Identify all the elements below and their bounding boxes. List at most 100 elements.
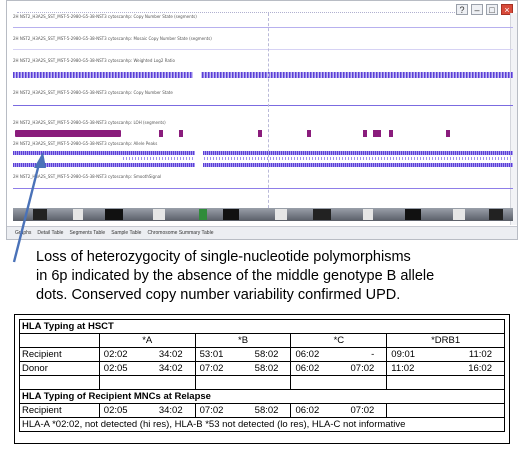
loh-segment[interactable] bbox=[179, 130, 183, 137]
table-cell: 07:02 58:02 bbox=[194, 361, 292, 376]
position-ruler bbox=[17, 4, 457, 13]
table-header-row: *A *B *C *DRB1 bbox=[19, 333, 505, 348]
track-copy-number-segments[interactable] bbox=[13, 22, 513, 32]
maximize-button[interactable]: □ bbox=[486, 4, 498, 15]
table-cell bbox=[290, 375, 388, 390]
row-label-donor: Donor bbox=[19, 361, 100, 376]
column-header-b: *B bbox=[194, 333, 292, 348]
allele: 16:02 bbox=[468, 363, 492, 374]
allele: 06:02 bbox=[295, 349, 320, 360]
allele: - bbox=[371, 349, 375, 360]
allele: 11:02 bbox=[468, 349, 492, 360]
allele: 07:02 bbox=[350, 363, 375, 374]
viewer-tab-bar: Graphs Detail Table Segments Table Sampl… bbox=[7, 226, 517, 239]
chromosome-band bbox=[489, 209, 503, 220]
track-label-loh-segments: 2H NST2_H3A2S_SST_MST-5-2980-G5-38-NST3 … bbox=[13, 120, 166, 125]
loh-segment[interactable] bbox=[373, 130, 381, 137]
track-label-mosaic-copy-number: 2H NST2_H3A2S_SST_MST-5-2980-G5-38-NST3 … bbox=[13, 36, 212, 41]
row-label-recipient: Recipient bbox=[19, 347, 100, 362]
track-weighted-log2-ratio[interactable] bbox=[13, 67, 513, 83]
table-cell bbox=[19, 375, 100, 390]
chromosome-band bbox=[153, 209, 165, 220]
table-row: HLA Typing of Recipient MNCs at Relapse bbox=[19, 389, 505, 404]
loh-segment-6p[interactable] bbox=[15, 130, 121, 137]
chromosome-band bbox=[223, 209, 239, 220]
centromere-gap bbox=[193, 67, 201, 83]
section-title-hsct: HLA Typing at HSCT bbox=[19, 319, 505, 334]
centromere-gap bbox=[195, 149, 203, 171]
table-cell: 06:02 07:02 bbox=[290, 361, 388, 376]
allele: 07:02 bbox=[199, 363, 224, 374]
table-row: HLA Typing at HSCT bbox=[19, 319, 505, 334]
allele: 06:02 bbox=[295, 405, 320, 416]
tab-graphs[interactable]: Graphs bbox=[15, 230, 31, 236]
chromosome-band bbox=[33, 209, 47, 220]
track-label-weighted-log2-ratio: 2H NST2_H3A2S_SST_MST-5-2980-G5-38-NST3 … bbox=[13, 58, 175, 63]
loh-segment[interactable] bbox=[258, 130, 262, 137]
chromosome-band bbox=[73, 209, 83, 220]
track-label-smooth-signal: 2H NST2_H3A2S_SST_MST-5-2980-G5-38-NST3 … bbox=[13, 174, 162, 179]
table-footnote: HLA-A *02:02, not detected (hi res), HLA… bbox=[19, 417, 505, 432]
track-label-allele-peaks: 2H NST2_H3A2S_SST_MST-5-2980-G5-38-NST3 … bbox=[13, 141, 158, 146]
allele: 09:01 bbox=[391, 349, 416, 360]
track-mosaic-copy-number[interactable] bbox=[13, 44, 513, 54]
track-allele-peaks[interactable] bbox=[13, 149, 513, 171]
caption-line: dots. Conserved copy number variability … bbox=[36, 287, 401, 303]
table-cell: 06:02 07:02 bbox=[290, 403, 388, 418]
chromosome-ideogram[interactable] bbox=[13, 208, 513, 221]
loh-segment[interactable] bbox=[307, 130, 311, 137]
window-controls: ? – □ × bbox=[456, 4, 513, 15]
allele: 02:02 bbox=[103, 349, 128, 360]
allele: 34:02 bbox=[158, 363, 183, 374]
caption-line: in 6p indicated by the absence of the mi… bbox=[36, 268, 435, 284]
hla-typing-table: HLA Typing at HSCT *A *B *C *DRB1 Recipi… bbox=[19, 319, 505, 432]
chromosome-band bbox=[275, 209, 287, 220]
table-row-spacer bbox=[19, 375, 505, 390]
chromosome-band bbox=[405, 209, 421, 220]
centromere-band bbox=[199, 209, 207, 220]
allele: 02:05 bbox=[103, 363, 128, 374]
column-header-a: *A bbox=[98, 333, 196, 348]
section-title-relapse: HLA Typing of Recipient MNCs at Relapse bbox=[19, 389, 505, 404]
tab-sample-table[interactable]: Sample Table bbox=[111, 230, 141, 236]
allele: 58:02 bbox=[254, 363, 279, 374]
chromosome-band bbox=[105, 209, 123, 220]
chromosome-band bbox=[313, 209, 331, 220]
table-cell: 07:02 58:02 bbox=[194, 403, 292, 418]
loh-segment[interactable] bbox=[363, 130, 367, 137]
row-label-recipient-relapse: Recipient bbox=[19, 403, 100, 418]
track-copy-number-state[interactable] bbox=[13, 99, 513, 111]
table-cell: 11:02 16:02 bbox=[386, 361, 505, 376]
minimize-button[interactable]: – bbox=[471, 4, 483, 15]
tab-segments-table[interactable]: Segments Table bbox=[69, 230, 105, 236]
help-button[interactable]: ? bbox=[456, 4, 468, 15]
allele: 07:02 bbox=[350, 405, 375, 416]
allele: 07:02 bbox=[199, 405, 224, 416]
allele: 34:02 bbox=[158, 349, 183, 360]
track-label-copy-number-state: 2H NST2_H3A2S_SST_MST-5-2980-G5-38-NST3 … bbox=[13, 90, 173, 95]
track-label-copy-number-segments: 2H NST2_H3A2S_SST_MST-5-2980-G5-38-NST3 … bbox=[13, 14, 197, 19]
figure-caption: Loss of heterozygocity of single-nucleot… bbox=[36, 248, 516, 305]
table-cell: 53:01 58:02 bbox=[194, 347, 292, 362]
loh-segment[interactable] bbox=[389, 130, 393, 137]
allele: 11:02 bbox=[391, 363, 415, 374]
table-cell bbox=[386, 375, 505, 390]
table-cell: 02:02 34:02 bbox=[98, 347, 196, 362]
allele: 34:02 bbox=[158, 405, 183, 416]
table-cell: 02:05 34:02 bbox=[98, 403, 196, 418]
chromosome-band bbox=[363, 209, 373, 220]
tab-detail-table[interactable]: Detail Table bbox=[37, 230, 63, 236]
table-cell: 02:05 34:02 bbox=[98, 361, 196, 376]
genome-browser-window: ? – □ × 2H NST2_H3A2S_SST_MST-5-2980-G5-… bbox=[6, 0, 518, 240]
allele: 06:02 bbox=[295, 363, 320, 374]
table-cell bbox=[194, 375, 292, 390]
loh-segment[interactable] bbox=[159, 130, 163, 137]
loh-segment[interactable] bbox=[446, 130, 450, 137]
track-smooth-signal[interactable] bbox=[13, 183, 513, 195]
chromosome-band bbox=[453, 209, 465, 220]
tab-chromosome-summary[interactable]: Chromosome Summary Table bbox=[147, 230, 213, 236]
allele: 02:05 bbox=[103, 405, 128, 416]
cursor-line bbox=[268, 13, 269, 213]
table-row: HLA-A *02:02, not detected (hi res), HLA… bbox=[19, 417, 505, 432]
table-cell: 06:02 - bbox=[290, 347, 388, 362]
